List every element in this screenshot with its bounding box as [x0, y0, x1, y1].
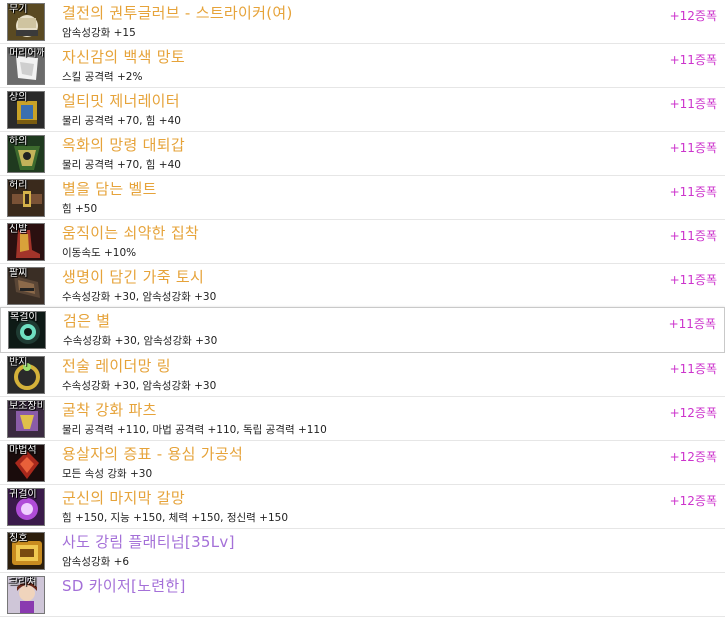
- item-name[interactable]: 결전의 권투글러브 - 스트라이커(여): [62, 3, 293, 23]
- white-cape-icon[interactable]: 머리어깨: [7, 47, 45, 85]
- item-name[interactable]: 군신의 마지막 갈망: [62, 488, 185, 508]
- item-name[interactable]: 얼티밋 제너레이터: [62, 91, 180, 111]
- amplify-badge: +11증폭: [669, 141, 717, 155]
- item-stat: 수속성강화 +30, 암속성강화 +30: [62, 380, 217, 392]
- thigh-guard-icon[interactable]: 하의: [7, 135, 45, 173]
- generator-armor-icon[interactable]: 상의: [7, 91, 45, 129]
- amplify-badge: +11증폭: [668, 317, 716, 331]
- amplify-badge: +11증폭: [669, 97, 717, 111]
- slot-label: 허리: [9, 180, 28, 191]
- amplify-badge: +12증폭: [669, 494, 717, 508]
- item-stat: 물리 공격력 +70, 힘 +40: [62, 115, 181, 127]
- equipment-row[interactable]: 귀걸이 군신의 마지막 갈망힘 +150, 지능 +150, 체력 +150, 정…: [0, 485, 725, 529]
- equipment-row[interactable]: 무기 결전의 권투글러브 - 스트라이커(여) 암속성강화 +15 +12증폭: [0, 0, 725, 44]
- item-name[interactable]: 생명이 담긴 가죽 토시: [62, 267, 204, 287]
- glove-weapon-icon[interactable]: 무기: [7, 3, 45, 41]
- item-name[interactable]: 용살자의 증표 - 용심 가공석: [62, 444, 243, 464]
- slot-label: 무기: [9, 4, 28, 15]
- item-stat: 힘 +150, 지능 +150, 체력 +150, 정신력 +150: [62, 512, 289, 524]
- item-stat: 힘 +50: [62, 203, 98, 215]
- equipment-list: 무기 결전의 권투글러브 - 스트라이커(여) 암속성강화 +15 +12증폭 머리어깨…: [0, 0, 725, 617]
- item-name[interactable]: 사도 강림 플래티넘[35Lv]: [62, 532, 235, 552]
- amplify-badge: +11증폭: [669, 362, 717, 376]
- belt-icon[interactable]: 허리: [7, 179, 45, 217]
- slot-label: 상의: [9, 92, 28, 103]
- slot-label: 신발: [9, 224, 28, 235]
- item-stat: 모든 속성 강화 +30: [62, 468, 153, 480]
- amplify-badge: +12증폭: [669, 450, 717, 464]
- equipment-row[interactable]: 보조장비 굴착 강화 파츠물리 공격력 +110, 마법 공격력 +110, 독립…: [0, 397, 725, 441]
- boots-icon[interactable]: 신발: [7, 223, 45, 261]
- slot-label: 팔찌: [9, 268, 28, 279]
- amplify-badge: +11증폭: [669, 53, 717, 67]
- equipment-row[interactable]: 칭호 사도 강림 플래티넘[35Lv] 암속성강화 +6: [0, 529, 725, 573]
- item-stat: 스킬 공격력 +2%: [62, 71, 143, 83]
- equipment-row[interactable]: 팔찌 생명이 담긴 가죽 토시수속성강화 +30, 암속성강화 +30 +11증폭: [0, 264, 725, 308]
- equipment-row[interactable]: 목걸이 검은 별수속성강화 +30, 암속성강화 +30 +11증폭: [0, 307, 725, 353]
- slot-label: 칭호: [9, 533, 28, 544]
- ring-icon[interactable]: 반지: [7, 356, 45, 394]
- item-stat: 수속성강화 +30, 암속성강화 +30: [63, 335, 218, 347]
- item-name[interactable]: 자신감의 백색 망토: [62, 47, 185, 67]
- equipment-row[interactable]: 반지 전술 레이더망 링수속성강화 +30, 암속성강화 +30 +11증폭: [0, 353, 725, 397]
- equipment-row[interactable]: 상의 얼티밋 제너레이터물리 공격력 +70, 힘 +40 +11증폭: [0, 88, 725, 132]
- equipment-row[interactable]: 머리어깨 자신감의 백색 망토스킬 공격력 +2% +11증폭: [0, 44, 725, 88]
- equipment-row[interactable]: 신발 움직이는 쇠약한 집착이동속도 +10% +11증폭: [0, 220, 725, 264]
- slot-label: 크리쳐: [9, 577, 37, 588]
- item-stat: 수속성강화 +30, 암속성강화 +30: [62, 291, 217, 303]
- slot-label: 귀걸이: [9, 489, 37, 500]
- equipment-row[interactable]: 마법석 용살자의 증표 - 용심 가공석모든 속성 강화 +30 +12증폭: [0, 441, 725, 485]
- title-emblem-icon[interactable]: 칭호: [7, 532, 45, 570]
- item-name[interactable]: 옥화의 망령 대퇴갑: [62, 135, 185, 155]
- bracelet-icon[interactable]: 팔찌: [7, 267, 45, 305]
- slot-label: 머리어깨: [9, 48, 45, 59]
- amplify-badge: +11증폭: [669, 273, 717, 287]
- slot-label: 목걸이: [10, 312, 38, 323]
- item-stat: 물리 공격력 +70, 힘 +40: [62, 159, 181, 171]
- item-name[interactable]: 전술 레이더망 링: [62, 356, 171, 376]
- item-stat: 물리 공격력 +110, 마법 공격력 +110, 독립 공격력 +110: [62, 424, 327, 436]
- slot-label: 마법석: [9, 445, 37, 456]
- support-parts-icon[interactable]: 보조장비: [7, 400, 45, 438]
- item-name[interactable]: 움직이는 쇠약한 집착: [62, 223, 199, 243]
- necklace-icon[interactable]: 목걸이: [8, 311, 46, 349]
- earring-icon[interactable]: 귀걸이: [7, 488, 45, 526]
- item-stat: 암속성강화 +6: [62, 556, 130, 568]
- amplify-badge: +11증폭: [669, 185, 717, 199]
- equipment-row[interactable]: 허리 별을 담는 벨트힘 +50 +11증폭: [0, 176, 725, 220]
- item-stat: 이동속도 +10%: [62, 247, 137, 259]
- slot-label: 보조장비: [9, 401, 45, 412]
- amplify-badge: +12증폭: [669, 9, 717, 23]
- slot-label: 반지: [9, 357, 28, 368]
- item-stat: 암속성강화 +15: [62, 27, 136, 39]
- item-name[interactable]: 굴착 강화 파츠: [62, 400, 157, 420]
- item-name[interactable]: SD 카이저[노련한]: [62, 576, 186, 596]
- item-name[interactable]: 별을 담는 벨트: [62, 179, 157, 199]
- equipment-row[interactable]: 크리쳐 SD 카이저[노련한]: [0, 573, 725, 617]
- item-name[interactable]: 검은 별: [63, 311, 110, 331]
- slot-label: 하의: [9, 136, 28, 147]
- equipment-row[interactable]: 하의 옥화의 망령 대퇴갑물리 공격력 +70, 힘 +40 +11증폭: [0, 132, 725, 176]
- amplify-badge: +12증폭: [669, 406, 717, 420]
- amplify-badge: +11증폭: [669, 229, 717, 243]
- creature-icon[interactable]: 크리쳐: [7, 576, 45, 614]
- magic-stone-icon[interactable]: 마법석: [7, 444, 45, 482]
